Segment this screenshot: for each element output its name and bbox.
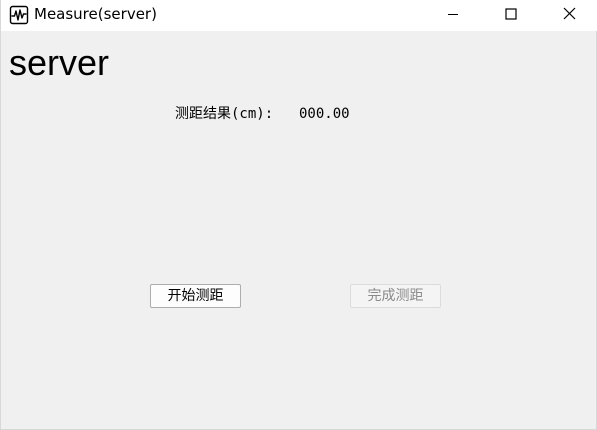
finish-measure-button: 完成测距	[350, 284, 441, 308]
result-value: 000.00	[299, 106, 350, 122]
app-window: Measure(server) server 测距结果(cm): 000.00 …	[0, 0, 597, 430]
minimize-button[interactable]	[424, 0, 482, 29]
title-bar[interactable]: Measure(server)	[1, 0, 597, 31]
waveform-icon	[9, 5, 29, 25]
result-label: 测距结果(cm):	[175, 106, 274, 122]
maximize-button[interactable]	[482, 0, 540, 29]
close-icon	[563, 5, 576, 24]
page-heading: server	[9, 42, 110, 83]
maximize-icon	[505, 5, 517, 24]
window-title: Measure(server)	[34, 5, 157, 23]
minimize-icon	[447, 5, 459, 24]
close-button[interactable]	[540, 0, 597, 29]
start-measure-button[interactable]: 开始测距	[150, 284, 241, 308]
